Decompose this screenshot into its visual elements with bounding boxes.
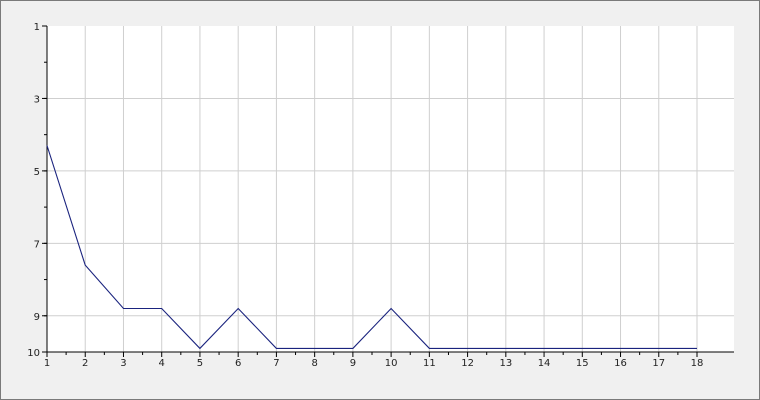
x-tick-label: 2 — [82, 358, 88, 369]
x-tick-label: 9 — [350, 358, 356, 369]
x-tick-label: 7 — [273, 358, 279, 369]
plot-area — [47, 26, 734, 352]
x-tick-label: 1 — [44, 358, 50, 369]
x-tick-label: 5 — [197, 358, 203, 369]
x-tick-label: 3 — [120, 358, 126, 369]
x-tick-label: 13 — [499, 358, 512, 369]
x-tick-label: 10 — [385, 358, 398, 369]
x-tick-label: 4 — [159, 358, 165, 369]
x-tick-label: 11 — [423, 358, 436, 369]
x-tick-label: 8 — [311, 358, 317, 369]
x-tick-label: 6 — [235, 358, 241, 369]
x-axis-ticks: 1 2 3 4 5 6 7 8 9 10 11 12 13 14 15 16 17 18 — [44, 352, 704, 369]
y-tick-label: 5 — [34, 167, 40, 178]
y-tick-label: 7 — [34, 239, 40, 250]
y-tick-label: 1 — [34, 22, 40, 33]
x-tick-label: 15 — [576, 358, 589, 369]
x-tick-label: 16 — [614, 358, 627, 369]
x-tick-label: 12 — [461, 358, 474, 369]
y-tick-label: 3 — [34, 94, 40, 105]
x-tick-label: 18 — [691, 358, 704, 369]
x-tick-label: 17 — [652, 358, 665, 369]
y-axis-ticks: 1 3 5 7 9 10 — [27, 22, 47, 359]
line-chart: 1 2 3 4 5 6 7 8 9 10 11 12 13 14 15 16 17 18 1357910 — [27, 22, 734, 369]
y-tick-label: 10 — [27, 348, 40, 359]
x-tick-label: 14 — [538, 358, 551, 369]
y-tick-label: 9 — [34, 312, 40, 323]
